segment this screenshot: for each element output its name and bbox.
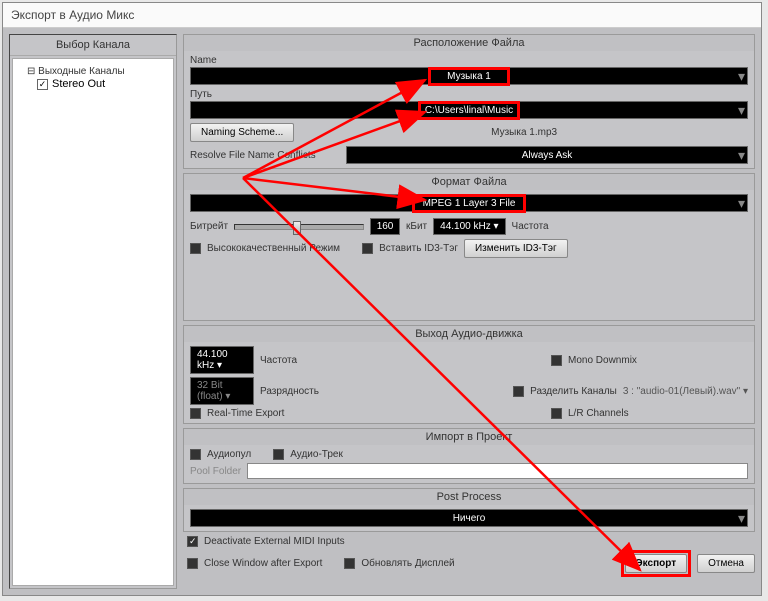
file-format-section: Формат Файла MPEG 1 Layer 3 File ▾ Битре…: [183, 173, 755, 321]
export-highlight: Экспорт: [621, 550, 692, 577]
split-label: Разделить Каналы: [530, 386, 617, 397]
bottom-area: Deactivate External MIDI Inputs Close Wi…: [183, 536, 755, 577]
audio-engine-title: Выход Аудио-движка: [184, 326, 754, 342]
channel-tree: ⊟ Выходные Каналы ✓ Stereo Out: [12, 58, 174, 586]
cancel-button[interactable]: Отмена: [697, 554, 755, 573]
conflicts-label: Resolve File Name Conflicts: [190, 150, 340, 161]
samplerate-label: Частота: [512, 221, 549, 232]
post-field[interactable]: Ничего ▾: [190, 509, 748, 527]
hq-label: Высококачественный Режим: [207, 243, 340, 254]
name-field[interactable]: Музыка 1 ▾: [190, 67, 748, 85]
conflicts-dropdown-icon[interactable]: ▾: [738, 148, 745, 162]
tree-stereo-out[interactable]: ✓ Stereo Out: [17, 78, 169, 90]
output-filename: Музыка 1.mp3: [300, 127, 748, 138]
window-title: Экспорт в Аудио Микс: [3, 3, 761, 28]
slider-thumb-icon[interactable]: [293, 221, 301, 235]
import-project-section: Импорт в Проект Аудиопул Аудио-Трек Pool…: [183, 428, 755, 484]
hq-checkbox[interactable]: [190, 243, 201, 254]
file-format-title: Формат Файла: [184, 174, 754, 190]
kbit-label: кБит: [406, 221, 427, 232]
realtime-checkbox[interactable]: [190, 408, 201, 419]
split-example: 3 : "audio-01(Левый).wav" ▾: [623, 386, 748, 397]
mono-label: Mono Downmix: [568, 355, 748, 366]
path-label: Путь: [190, 89, 748, 100]
settings-panel: Расположение Файла Name Музыка 1 ▾ Путь …: [183, 34, 755, 589]
format-field[interactable]: MPEG 1 Layer 3 File ▾: [190, 194, 748, 212]
format-dropdown-icon[interactable]: ▾: [738, 196, 745, 210]
stereo-out-label: Stereo Out: [52, 78, 105, 90]
stereo-out-checkbox[interactable]: ✓: [37, 79, 48, 90]
name-label: Name: [190, 55, 748, 66]
edit-id3-button[interactable]: Изменить ID3-Тэг: [464, 239, 568, 258]
engine-bitdepth-label: Разрядность: [260, 386, 319, 397]
midi-label: Deactivate External MIDI Inputs: [204, 536, 345, 547]
conflicts-value: Always Ask: [522, 150, 573, 161]
export-button[interactable]: Экспорт: [625, 554, 688, 573]
format-value: MPEG 1 Layer 3 File: [412, 194, 527, 213]
close-checkbox[interactable]: [187, 558, 198, 569]
export-dialog: Экспорт в Аудио Микс Выбор Канала ⊟ Выхо…: [2, 2, 762, 596]
samplerate-field[interactable]: 44.100 kHz ▾: [433, 218, 505, 235]
engine-bitdepth[interactable]: 32 Bit (float) ▾: [190, 377, 254, 405]
audiotrack-label: Аудио-Трек: [290, 449, 343, 460]
post-process-section: Post Process Ничего ▾: [183, 488, 755, 532]
bitrate-label: Битрейт: [190, 221, 228, 232]
path-dropdown-icon[interactable]: ▾: [738, 103, 745, 117]
lr-checkbox[interactable]: [551, 408, 562, 419]
poolfolder-input[interactable]: [247, 463, 748, 479]
poolfolder-label: Pool Folder: [190, 466, 241, 477]
path-value: C:\Users\linal\Music: [418, 101, 520, 120]
audio-engine-section: Выход Аудио-движка 44.100 kHz ▾ Частота …: [183, 325, 755, 424]
update-label: Обновлять Дисплей: [361, 558, 454, 569]
path-field[interactable]: C:\Users\linal\Music ▾: [190, 101, 748, 119]
engine-samplerate-label: Частота: [260, 355, 297, 366]
naming-scheme-button[interactable]: Naming Scheme...: [190, 123, 294, 142]
engine-samplerate[interactable]: 44.100 kHz ▾: [190, 346, 254, 374]
import-title: Импорт в Проект: [184, 429, 754, 445]
realtime-label: Real-Time Export: [207, 408, 284, 419]
midi-checkbox[interactable]: [187, 536, 198, 547]
main-area: Выбор Канала ⊟ Выходные Каналы ✓ Stereo …: [3, 28, 761, 595]
post-value: Ничего: [453, 513, 486, 524]
audiotrack-checkbox[interactable]: [273, 449, 284, 460]
tree-output-channels[interactable]: ⊟ Выходные Каналы: [17, 65, 169, 78]
id3-label: Вставить ID3-Тэг: [379, 243, 458, 254]
update-checkbox[interactable]: [344, 558, 355, 569]
audiopool-checkbox[interactable]: [190, 449, 201, 460]
file-location-title: Расположение Файла: [184, 35, 754, 51]
name-value: Музыка 1: [428, 67, 510, 86]
channel-selection-panel: Выбор Канала ⊟ Выходные Каналы ✓ Stereo …: [9, 34, 177, 589]
split-checkbox[interactable]: [513, 386, 524, 397]
close-label: Close Window after Export: [204, 558, 322, 569]
file-location-section: Расположение Файла Name Музыка 1 ▾ Путь …: [183, 34, 755, 169]
bitrate-slider[interactable]: [234, 224, 364, 230]
bitrate-value[interactable]: 160: [370, 218, 400, 235]
audiopool-label: Аудиопул: [207, 449, 251, 460]
post-title: Post Process: [184, 489, 754, 505]
name-dropdown-icon[interactable]: ▾: [738, 69, 745, 83]
id3-checkbox[interactable]: [362, 243, 373, 254]
lr-label: L/R Channels: [568, 408, 748, 419]
post-dropdown-icon[interactable]: ▾: [738, 511, 745, 525]
channel-panel-title: Выбор Канала: [10, 35, 176, 56]
conflicts-field[interactable]: Always Ask ▾: [346, 146, 748, 164]
mono-checkbox[interactable]: [551, 355, 562, 366]
